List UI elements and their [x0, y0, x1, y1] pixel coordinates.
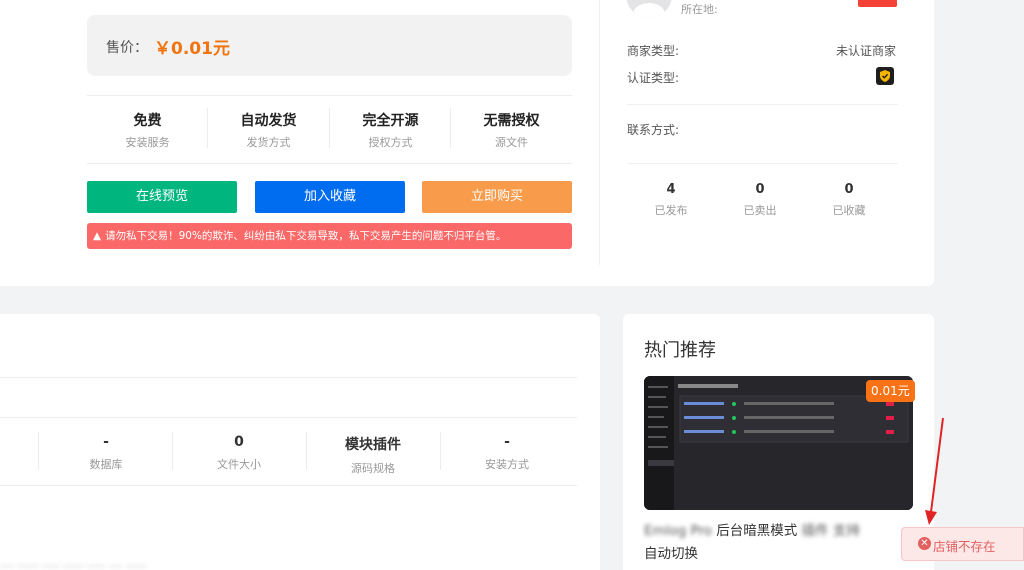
feature-sub: 授权方式	[368, 136, 413, 149]
hot-title: 热门推荐	[644, 340, 716, 361]
feature-title: 免费	[133, 113, 162, 129]
merchant-type-label: 商家类型:	[627, 44, 680, 58]
price-box: 售价： ￥0.01元	[87, 15, 572, 76]
spec-value: -	[103, 434, 109, 450]
price-value: ￥0.01元	[154, 39, 230, 59]
verified-shield-icon	[876, 67, 894, 85]
blurred-text: Emlog Pro	[644, 523, 717, 539]
divider	[627, 163, 898, 164]
hot-item-title[interactable]: Emlog Pro 后台暗黑模式 插件 支持 自动切换	[644, 520, 914, 566]
divider	[599, 0, 600, 265]
hot-item-title-line2: 自动切换	[644, 546, 698, 562]
spec-label: 安装方式	[485, 458, 529, 471]
feature-delivery: 自动发货 发货方式	[208, 110, 329, 150]
spec-source-type: 模块插件 源码规格	[306, 434, 440, 476]
stat-label: 已收藏	[832, 204, 866, 217]
stat-value: 4	[666, 182, 676, 197]
hot-item-title-line1: 后台暗黑模式	[716, 523, 798, 539]
spec-label: 文件大小	[217, 458, 261, 471]
location-label: 所在地:	[681, 3, 718, 16]
stat-sold: 0 已卖出	[715, 182, 805, 218]
stat-favorited: 0 已收藏	[804, 182, 894, 218]
preview-button[interactable]: 在线预览	[87, 181, 237, 213]
feature-title: 无需授权	[483, 113, 540, 129]
description-text: ···· ······ ····· ······ ····· ···· ····…	[0, 560, 147, 570]
verify-type-label: 认证类型:	[627, 71, 680, 85]
feature-sub: 安装服务	[125, 136, 170, 149]
feature-license: 完全开源 授权方式	[330, 110, 451, 150]
stat-value: 0	[755, 182, 765, 197]
close-circle-icon: ✕	[918, 537, 931, 550]
divider	[0, 417, 577, 418]
divider	[38, 432, 39, 470]
contact-label: 联系方式:	[627, 123, 680, 137]
feature-install: 免费 安装服务	[87, 110, 208, 150]
spec-value: 0	[234, 434, 244, 450]
toast-message: 店铺不存在	[933, 539, 996, 554]
warning-banner: ▲ 请勿私下交易！90%的欺诈、纠纷由私下交易导致，私下交易产生的问题不归平台管。	[87, 223, 572, 249]
divider	[87, 163, 572, 164]
add-favorite-button[interactable]: 加入收藏	[255, 181, 405, 213]
spec-install-method: - 安装方式	[440, 434, 574, 472]
status-badge	[858, 0, 897, 7]
price-label: 售价：	[106, 40, 148, 56]
blurred-text: 插件 支持	[797, 523, 860, 539]
feature-sub: 源文件	[495, 136, 528, 149]
spec-file-size: 0 文件大小	[172, 434, 306, 472]
error-toast: ✕ 店铺不存在	[901, 527, 1024, 561]
spec-label: 源码规格	[351, 462, 395, 475]
divider	[0, 377, 577, 378]
divider	[0, 485, 577, 486]
stat-label: 已卖出	[743, 204, 777, 217]
merchant-type-value: 未认证商家	[835, 44, 896, 58]
stat-published: 4 已发布	[626, 182, 716, 218]
feature-sub: 发货方式	[246, 136, 291, 149]
stat-label: 已发布	[654, 204, 688, 217]
spec-database: - 数据库	[39, 434, 173, 472]
feature-title: 完全开源	[362, 113, 419, 129]
hot-item-price: 0.01元	[866, 380, 915, 402]
spec-value: 模块插件	[345, 437, 401, 453]
feature-title: 自动发货	[240, 113, 297, 129]
spec-label: 数据库	[89, 458, 123, 471]
stat-value: 0	[844, 182, 854, 197]
buy-now-button[interactable]: 立即购买	[422, 181, 572, 213]
warning-icon: ▲	[93, 230, 102, 242]
spec-value: -	[504, 434, 510, 450]
divider	[627, 104, 898, 105]
warning-text: 请勿私下交易！90%的欺诈、纠纷由私下交易导致，私下交易产生的问题不归平台管。	[105, 230, 507, 242]
divider	[87, 95, 572, 96]
feature-authorization: 无需授权 源文件	[451, 110, 572, 150]
